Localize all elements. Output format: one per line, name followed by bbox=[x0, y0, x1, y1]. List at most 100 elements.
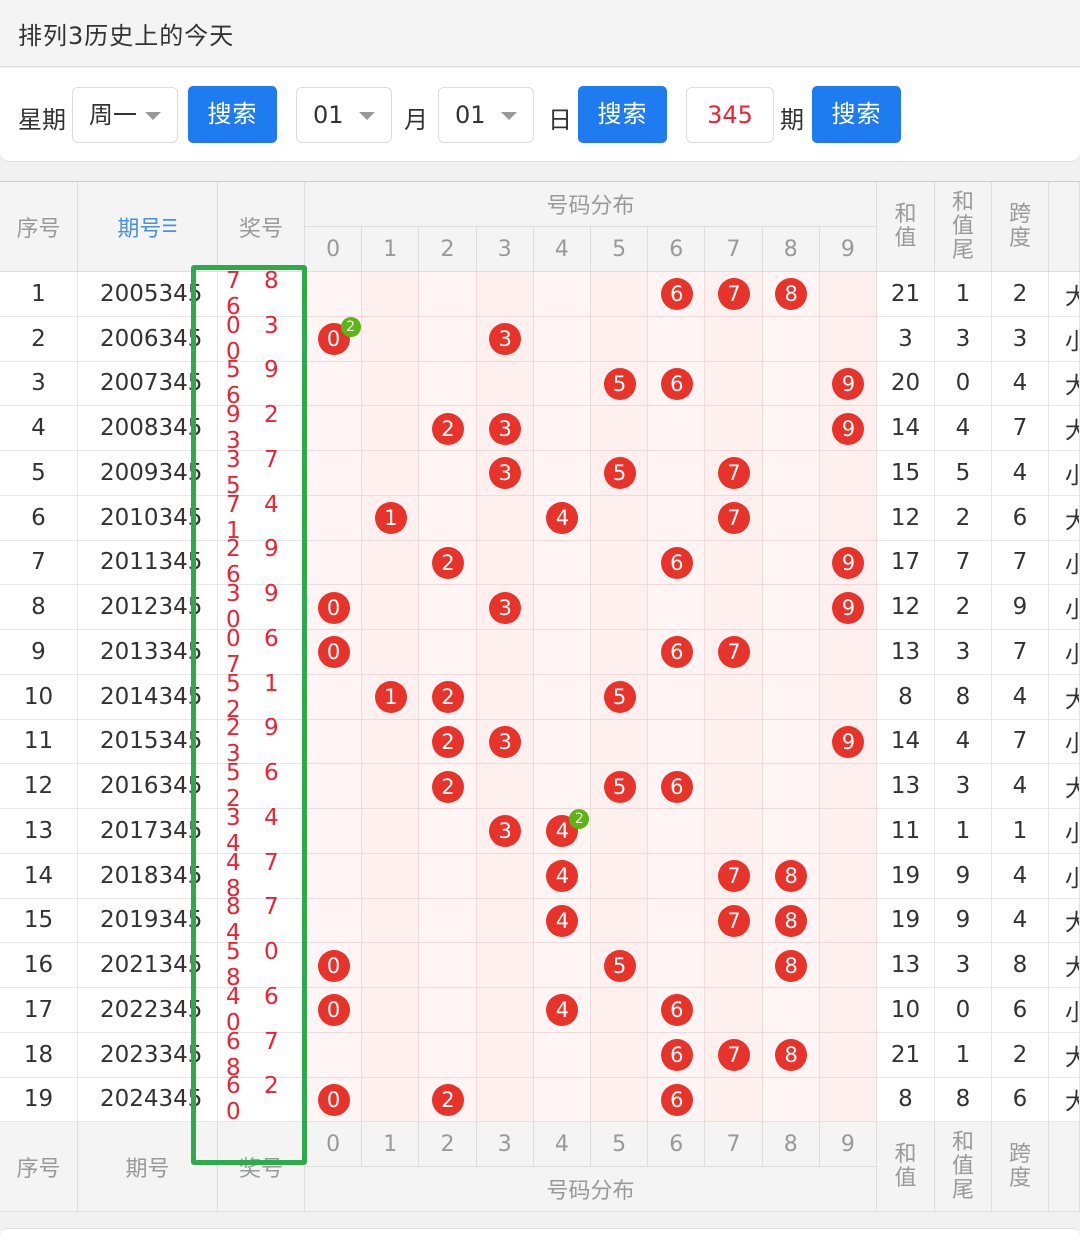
day-select[interactable]: 01 bbox=[438, 87, 534, 143]
distribution-cell: 3 bbox=[476, 585, 534, 630]
distribution-cell bbox=[476, 272, 534, 317]
row-winning-numbers: 6 2 0 bbox=[218, 1073, 305, 1125]
distribution-cell bbox=[762, 988, 820, 1033]
number-ball: 7 bbox=[717, 636, 750, 669]
number-ball: 8 bbox=[775, 904, 808, 937]
row-index: 3 bbox=[0, 361, 78, 407]
footer-digit-3: 3 bbox=[476, 1122, 534, 1168]
week-search-button[interactable]: 搜索 bbox=[188, 86, 277, 143]
row-size: 小 bbox=[1049, 630, 1080, 675]
distribution-cell bbox=[762, 674, 820, 720]
row-issue: 2015345 bbox=[78, 719, 218, 765]
row-index: 11 bbox=[0, 719, 78, 765]
number-ball: 1 bbox=[374, 502, 407, 535]
row-winning-numbers: 8 7 4 bbox=[218, 894, 305, 946]
month-select[interactable]: 01 bbox=[296, 87, 392, 143]
distribution-cell bbox=[819, 764, 877, 809]
number-ball: 6 bbox=[660, 367, 693, 400]
distribution-cell: 8 bbox=[762, 898, 820, 944]
distribution-cell: 7 bbox=[705, 272, 763, 317]
row-sum: 8 bbox=[877, 674, 935, 720]
week-select[interactable]: 周一 bbox=[72, 87, 178, 143]
period-input[interactable]: 345 bbox=[686, 87, 774, 143]
header-digit-0: 0 bbox=[305, 227, 363, 272]
distribution-cell: 7 bbox=[705, 495, 763, 541]
distribution-cell: 0 bbox=[305, 630, 363, 675]
sort-icon[interactable]: ☰ bbox=[161, 216, 177, 237]
header-issue[interactable]: 期号 ☰ bbox=[78, 182, 218, 272]
distribution-cell bbox=[648, 719, 706, 765]
distribution-cell bbox=[762, 495, 820, 541]
distribution-cell bbox=[533, 943, 591, 988]
period-search-button[interactable]: 搜索 bbox=[812, 86, 901, 143]
number-ball: 5 bbox=[603, 949, 636, 982]
distribution-cell bbox=[533, 451, 591, 496]
number-ball: 0 bbox=[317, 949, 350, 982]
number-ball: 6 bbox=[660, 1083, 693, 1116]
distribution-cell bbox=[762, 540, 820, 586]
row-index: 4 bbox=[0, 406, 78, 451]
number-ball: 6 bbox=[660, 1039, 693, 1072]
number-ball: 5 bbox=[603, 457, 636, 490]
row-span: 2 bbox=[992, 1032, 1049, 1078]
number-ball: 8 bbox=[775, 278, 808, 311]
distribution-cell bbox=[362, 719, 420, 765]
number-ball: 6 bbox=[660, 770, 693, 803]
distribution-cell: 42 bbox=[533, 809, 591, 854]
distribution-cell bbox=[362, 764, 420, 809]
distribution-cell: 4 bbox=[533, 495, 591, 541]
header-sum-tail: 和 值 尾 bbox=[935, 182, 992, 272]
distribution-cell: 7 bbox=[705, 898, 763, 944]
distribution-cell bbox=[648, 585, 706, 630]
distribution-cell bbox=[648, 674, 706, 720]
distribution-cell bbox=[591, 988, 649, 1033]
row-index: 9 bbox=[0, 630, 78, 675]
distribution-cell: 7 bbox=[705, 451, 763, 496]
page-title: 排列3历史上的今天 bbox=[18, 22, 235, 50]
distribution-cell bbox=[762, 585, 820, 630]
distribution-cell bbox=[533, 1032, 591, 1078]
footer-digit-8: 8 bbox=[762, 1122, 820, 1168]
row-span: 9 bbox=[992, 585, 1049, 630]
distribution-cell: 1 bbox=[362, 495, 420, 541]
row-sum-tail: 4 bbox=[935, 719, 992, 765]
distribution-cell bbox=[705, 764, 763, 809]
distribution-cell bbox=[591, 585, 649, 630]
distribution-cell bbox=[476, 540, 534, 586]
distribution-cell bbox=[648, 406, 706, 451]
distribution-cell bbox=[819, 898, 877, 944]
date-search-button[interactable]: 搜索 bbox=[578, 86, 667, 143]
row-winning-numbers: 0 6 7 bbox=[218, 626, 305, 678]
header-sum: 和 值 bbox=[877, 182, 935, 272]
footer-index: 序号 bbox=[0, 1122, 78, 1212]
distribution-cell bbox=[362, 316, 420, 362]
distribution-cell bbox=[419, 988, 477, 1033]
row-winning-numbers: 0 3 0 bbox=[218, 313, 305, 365]
distribution-cell: 7 bbox=[705, 630, 763, 675]
distribution-cell: 2 bbox=[419, 764, 477, 809]
row-issue: 2011345 bbox=[78, 540, 218, 586]
number-ball: 1 bbox=[374, 681, 407, 714]
row-sum-tail: 0 bbox=[935, 361, 992, 407]
distribution-cell bbox=[476, 1077, 534, 1123]
distribution-cell: 7 bbox=[705, 1032, 763, 1078]
distribution-cell bbox=[819, 1032, 877, 1078]
chevron-down-icon bbox=[501, 112, 517, 120]
distribution-cell bbox=[591, 898, 649, 944]
distribution-cell: 9 bbox=[819, 406, 877, 451]
header-winning: 奖号 bbox=[218, 182, 305, 272]
row-winning-numbers: 5 0 8 bbox=[218, 939, 305, 991]
distribution-cell: 8 bbox=[762, 853, 820, 899]
row-sum-tail: 2 bbox=[935, 585, 992, 630]
row-sum: 8 bbox=[877, 1077, 935, 1123]
row-issue: 2016345 bbox=[78, 764, 218, 809]
distribution-cell bbox=[419, 585, 477, 630]
row-winning-numbers: 5 9 6 bbox=[218, 357, 305, 409]
header-digit-3: 3 bbox=[476, 227, 534, 272]
distribution-cell: 5 bbox=[591, 674, 649, 720]
distribution-cell bbox=[705, 406, 763, 451]
row-size: 小 bbox=[1049, 451, 1080, 496]
distribution-cell bbox=[476, 674, 534, 720]
distribution-cell: 0 bbox=[305, 988, 363, 1033]
distribution-cell bbox=[591, 272, 649, 317]
